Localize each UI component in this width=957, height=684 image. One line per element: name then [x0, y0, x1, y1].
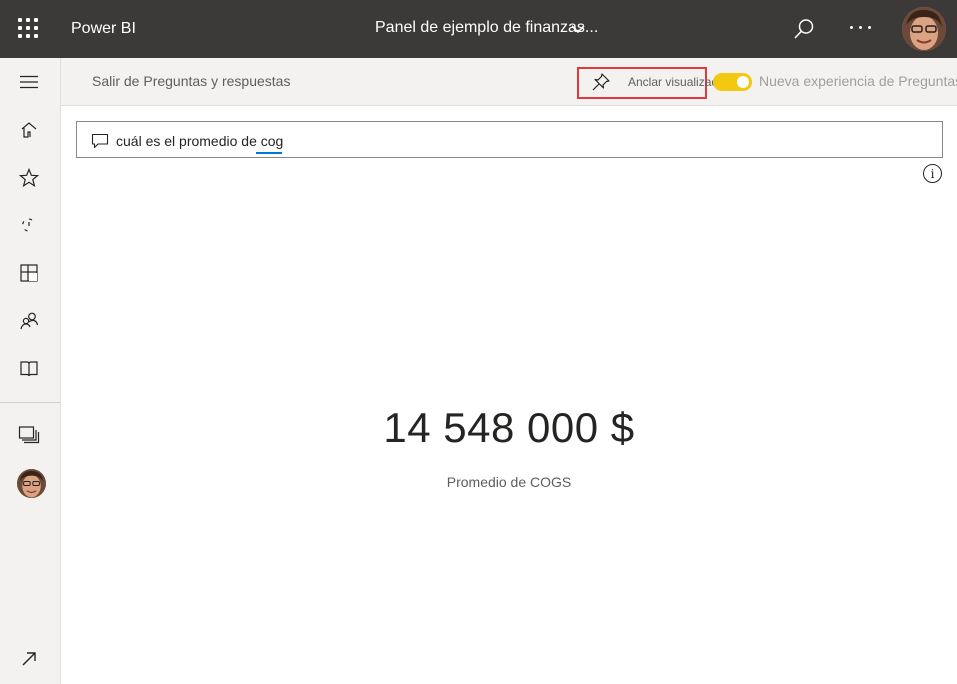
qa-input[interactable]: cuál es el promedio de cog	[76, 121, 943, 158]
avatar[interactable]	[902, 7, 946, 51]
info-icon[interactable]: i	[923, 164, 942, 183]
pin-icon[interactable]	[591, 72, 611, 92]
shared-icon[interactable]	[16, 308, 42, 334]
workspaces-icon[interactable]	[16, 422, 42, 448]
result-caption: Promedio de COGS	[446, 474, 572, 490]
exit-qa-button[interactable]: Salir de Preguntas y respuestas	[92, 73, 290, 89]
left-nav	[0, 58, 61, 684]
search-icon[interactable]	[793, 18, 815, 40]
menu-icon[interactable]	[16, 69, 42, 95]
top-bar: Power BI Panel de ejemplo de finanzas...	[0, 0, 957, 58]
more-options-icon[interactable]	[850, 26, 872, 32]
brand-name[interactable]: Power BI	[71, 20, 136, 38]
avatar[interactable]	[17, 469, 46, 498]
chat-icon	[91, 133, 109, 149]
result-value: 14 548 000 $	[383, 404, 635, 451]
app-launcher-icon[interactable]	[18, 18, 38, 38]
recent-icon[interactable]	[16, 212, 42, 238]
apps-icon[interactable]	[16, 260, 42, 286]
new-experience-label: Nueva experiencia de Preguntas	[759, 73, 957, 89]
star-icon[interactable]	[16, 165, 42, 191]
new-experience-toggle[interactable]	[713, 73, 752, 91]
toggle-knob	[737, 76, 749, 88]
qa-query-text[interactable]: cuál es el promedio de cog	[116, 133, 283, 149]
home-icon[interactable]	[16, 117, 42, 143]
learn-icon[interactable]	[16, 356, 42, 382]
term-underline	[256, 152, 282, 154]
nav-divider	[0, 402, 60, 403]
chevron-down-icon[interactable]	[570, 22, 586, 36]
command-bar: Salir de Preguntas y respuestas Anclar v…	[61, 58, 957, 106]
expand-icon[interactable]	[16, 646, 42, 672]
report-title[interactable]: Panel de ejemplo de finanzas...	[375, 19, 598, 37]
